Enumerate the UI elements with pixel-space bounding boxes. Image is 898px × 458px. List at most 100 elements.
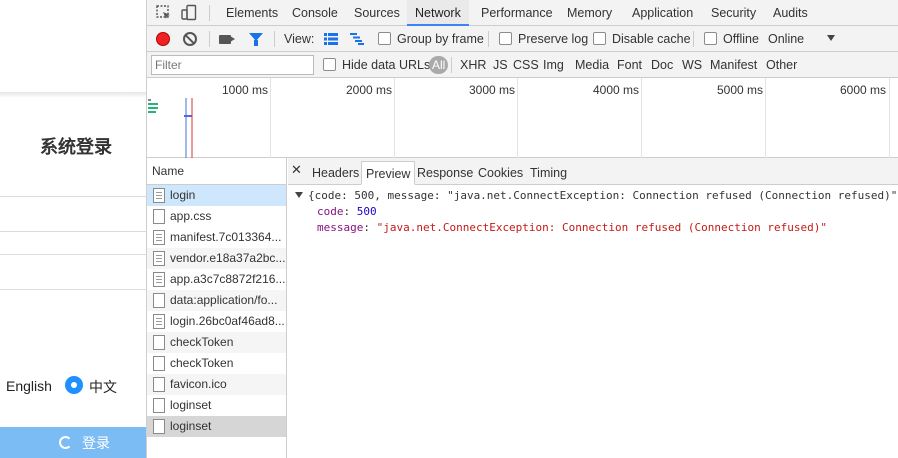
request-list: Name login app.css manifest.7c013364... … [147, 158, 287, 458]
tab-audits[interactable]: Audits [765, 0, 816, 26]
group-by-frame-checkbox[interactable] [378, 32, 391, 45]
close-icon[interactable]: ✕ [291, 163, 302, 178]
tab-application[interactable]: Application [624, 0, 701, 26]
tab-security[interactable]: Security [703, 0, 764, 26]
type-filter-all[interactable]: All [429, 56, 449, 74]
request-row[interactable]: app.a3c7c8872f216... [147, 269, 286, 290]
username-field-bottom [0, 231, 146, 232]
timeline-tick-label: 3000 ms [468, 83, 515, 97]
tab-headers[interactable]: Headers [308, 161, 363, 185]
type-filter-media[interactable]: Media [575, 52, 609, 78]
password-field-border[interactable] [0, 254, 146, 255]
file-icon [153, 293, 165, 308]
type-filter-xhr[interactable]: XHR [460, 52, 486, 78]
hide-data-urls-checkbox[interactable] [323, 58, 336, 71]
type-filter-ws[interactable]: WS [682, 52, 702, 78]
filter-bar: Hide data URLs All XHR JS CSS Img Media … [147, 52, 898, 78]
login-card-shadow [0, 92, 146, 98]
lang-radio-selected[interactable] [65, 376, 83, 394]
view-label: View: [284, 32, 315, 46]
waterfall-overview-icon[interactable] [350, 33, 364, 45]
type-filter-other[interactable]: Other [766, 52, 797, 78]
tab-timing[interactable]: Timing [526, 161, 571, 185]
username-field-border[interactable] [0, 196, 146, 197]
file-icon [153, 335, 165, 350]
login-page: 系统登录 English 中文 登录 [0, 0, 147, 458]
filter-icon[interactable] [249, 33, 263, 46]
request-list-header[interactable]: Name [147, 158, 286, 185]
login-button[interactable]: 登录 [0, 427, 146, 458]
timeline-gridline [765, 78, 766, 158]
clear-icon[interactable] [183, 32, 197, 46]
json-number-value: 500 [356, 205, 377, 218]
request-row[interactable]: loginset [147, 395, 286, 416]
request-row[interactable]: manifest.7c013364... [147, 227, 286, 248]
filter-divider [451, 57, 452, 73]
json-root-line[interactable]: {code: 500, message: "java.net.ConnectEx… [288, 188, 898, 204]
tab-response[interactable]: Response [413, 161, 477, 185]
timeline-gridline [641, 78, 642, 158]
tab-network[interactable]: Network [407, 0, 469, 26]
json-colon: : [363, 221, 377, 234]
request-row[interactable]: data:application/fo... [147, 290, 286, 311]
disable-cache-label[interactable]: Disable cache [612, 26, 691, 52]
tab-elements[interactable]: Elements [218, 0, 286, 26]
type-filter-font[interactable]: Font [617, 52, 642, 78]
json-key: message [317, 221, 364, 234]
disable-cache-checkbox[interactable] [593, 32, 606, 45]
document-icon [153, 251, 165, 266]
json-colon: : [343, 205, 357, 218]
type-filter-css[interactable]: CSS [513, 52, 539, 78]
type-filter-js[interactable]: JS [493, 52, 508, 78]
inspect-element-icon[interactable] [155, 4, 173, 22]
tab-cookies[interactable]: Cookies [474, 161, 527, 185]
json-property: code: 500 [288, 204, 898, 220]
screenshot-camera-icon[interactable] [219, 35, 231, 44]
request-row[interactable]: login.26bc0af46ad8... [147, 311, 286, 332]
large-rows-icon[interactable] [324, 33, 338, 45]
request-row[interactable]: checkToken [147, 332, 286, 353]
request-name: vendor.e18a37a2bc... [170, 251, 286, 265]
type-filter-manifest[interactable]: Manifest [710, 52, 757, 78]
request-row[interactable]: checkToken [147, 353, 286, 374]
tab-memory[interactable]: Memory [559, 0, 620, 26]
request-row[interactable]: login [147, 185, 286, 206]
hide-data-urls-label[interactable]: Hide data URLs [342, 52, 430, 78]
detail-tabbar: ✕ Headers Preview Response Cookies Timin… [288, 158, 898, 185]
type-filter-img[interactable]: Img [543, 52, 564, 78]
device-toolbar-icon[interactable] [180, 4, 198, 22]
expand-triangle-icon[interactable] [295, 192, 303, 198]
type-filter-doc[interactable]: Doc [651, 52, 673, 78]
chevron-down-icon[interactable] [827, 35, 835, 41]
request-name: checkToken [170, 335, 234, 349]
document-icon [153, 188, 165, 203]
lang-english-option[interactable]: English [6, 378, 52, 394]
timeline-tick-label: 1000 ms [221, 83, 268, 97]
tab-sources[interactable]: Sources [346, 0, 408, 26]
preserve-log-label[interactable]: Preserve log [518, 26, 588, 52]
tab-preview[interactable]: Preview [361, 161, 416, 185]
preserve-log-checkbox[interactable] [499, 32, 512, 45]
timeline-overview[interactable]: 1000 ms 2000 ms 3000 ms 4000 ms 5000 ms … [147, 78, 898, 158]
request-row[interactable]: loginset [147, 416, 286, 437]
request-name: manifest.7c013364... [170, 230, 282, 244]
offline-label[interactable]: Offline [723, 26, 759, 52]
filter-input[interactable] [151, 55, 314, 75]
request-row[interactable]: favicon.ico [147, 374, 286, 395]
request-detail-pane: ✕ Headers Preview Response Cookies Timin… [288, 158, 898, 458]
password-field-bottom [0, 289, 146, 290]
request-row[interactable]: app.css [147, 206, 286, 227]
group-by-frame-label[interactable]: Group by frame [397, 26, 484, 52]
lang-chinese-option[interactable]: 中文 [89, 377, 117, 397]
record-icon[interactable] [156, 32, 170, 46]
request-row[interactable]: vendor.e18a37a2bc... [147, 248, 286, 269]
toolbar-divider [274, 31, 275, 47]
timeline-tick-label: 4000 ms [592, 83, 639, 97]
tab-console[interactable]: Console [284, 0, 346, 26]
offline-checkbox[interactable] [704, 32, 717, 45]
spinner-icon [59, 436, 72, 449]
throttling-select[interactable]: Online [768, 26, 804, 52]
tab-performance[interactable]: Performance [473, 0, 561, 26]
request-name: checkToken [170, 356, 234, 370]
toolbar-divider [209, 31, 210, 47]
